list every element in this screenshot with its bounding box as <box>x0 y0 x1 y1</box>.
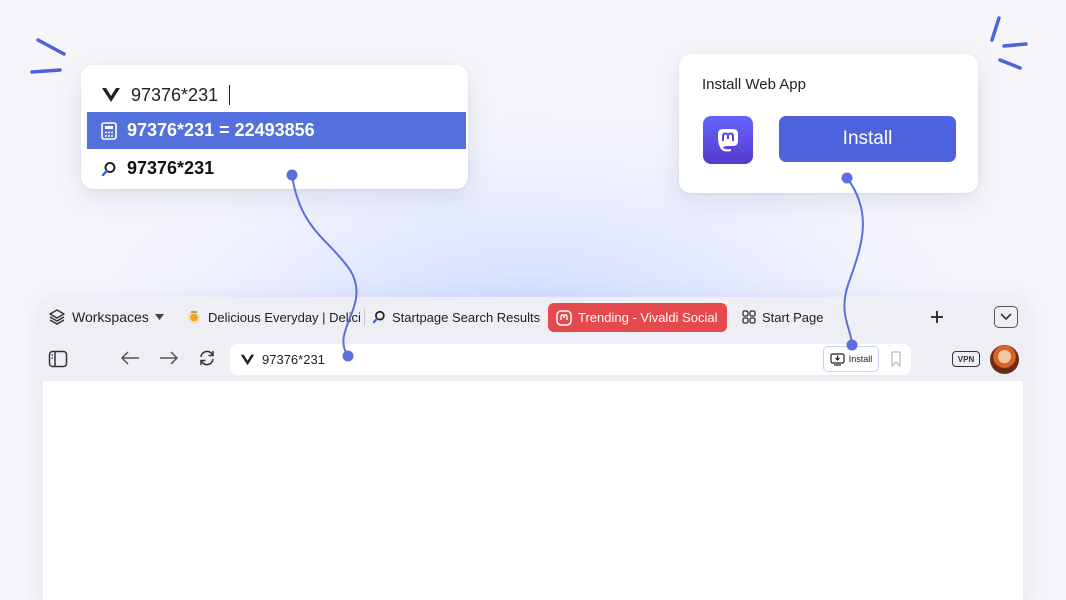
suggestion-query[interactable]: 97376*231 <box>101 75 231 115</box>
tab-delicious-everyday[interactable]: Delicious Everyday | Delici <box>186 303 362 331</box>
tab-divider <box>364 308 365 326</box>
install-popup-title: Install Web App <box>702 76 806 93</box>
forward-arrow-icon[interactable] <box>159 350 179 366</box>
tomato-icon <box>186 309 202 325</box>
calculator-icon <box>101 121 117 140</box>
vivaldi-logo-icon <box>101 87 121 103</box>
search-icon <box>372 310 386 324</box>
bookmark-icon[interactable] <box>890 351 902 367</box>
mastodon-icon <box>703 116 753 164</box>
search-icon <box>101 161 117 177</box>
workspaces-button[interactable]: Workspaces <box>48 303 164 331</box>
address-bar[interactable]: 97376*231 <box>230 344 911 375</box>
tab-label: Start Page <box>762 309 824 325</box>
address-bar-text: 97376*231 <box>262 352 325 367</box>
tab-start-page[interactable]: Start Page <box>742 303 823 331</box>
profile-avatar[interactable] <box>990 345 1019 374</box>
tab-label: Trending - Vivaldi Social <box>578 310 718 325</box>
install-button[interactable]: Install <box>779 116 956 162</box>
install-badge-label: Install <box>848 354 873 364</box>
text-caret <box>229 85 231 105</box>
suggestion-item-label: 97376*231 = 22493856 <box>127 120 315 140</box>
install-app-icon <box>830 352 845 366</box>
caret-down-icon <box>154 314 164 320</box>
page-content <box>43 381 1023 600</box>
suggestion-item-search[interactable]: 97376*231 <box>81 150 468 187</box>
tab-label: Startpage Search Results <box>392 309 541 325</box>
workspaces-label: Workspaces <box>72 309 149 325</box>
install-app-badge[interactable]: Install <box>823 346 879 372</box>
suggestion-item-calculator[interactable]: 97376*231 = 22493856 <box>87 112 466 149</box>
suggestion-query-text: 97376*231 <box>131 84 219 105</box>
browser-window: Workspaces Delicious Everyday | Delici S… <box>38 297 1028 600</box>
tab-list-button[interactable] <box>994 306 1018 328</box>
panel-toggle-icon[interactable] <box>48 349 68 369</box>
grid-icon <box>742 310 756 324</box>
vivaldi-logo-icon <box>240 354 255 366</box>
navigation-toolbar: 97376*231 <box>38 339 1028 379</box>
tab-label: Delicious Everyday | Delici <box>208 309 361 325</box>
reload-icon[interactable] <box>198 349 216 367</box>
tab-bar: Workspaces Delicious Everyday | Delici S… <box>38 297 1028 339</box>
install-web-app-popup: Install Web App Install <box>679 54 978 193</box>
tab-trending-vivaldi-social[interactable]: Trending - Vivaldi Social <box>548 303 728 332</box>
back-arrow-icon[interactable] <box>120 350 140 366</box>
new-tab-button[interactable] <box>930 303 944 331</box>
vpn-button[interactable]: VPN <box>952 351 980 367</box>
address-suggestions-popup: 97376*231 97376*231 = 22493856 97376*231 <box>81 65 468 189</box>
layers-icon <box>48 308 66 326</box>
suggestion-item-label: 97376*231 <box>127 158 215 178</box>
mastodon-icon <box>556 309 572 326</box>
chevron-down-icon <box>1000 313 1012 321</box>
plus-icon <box>930 310 944 324</box>
tab-startpage-search[interactable]: Startpage Search Results <box>372 303 540 331</box>
